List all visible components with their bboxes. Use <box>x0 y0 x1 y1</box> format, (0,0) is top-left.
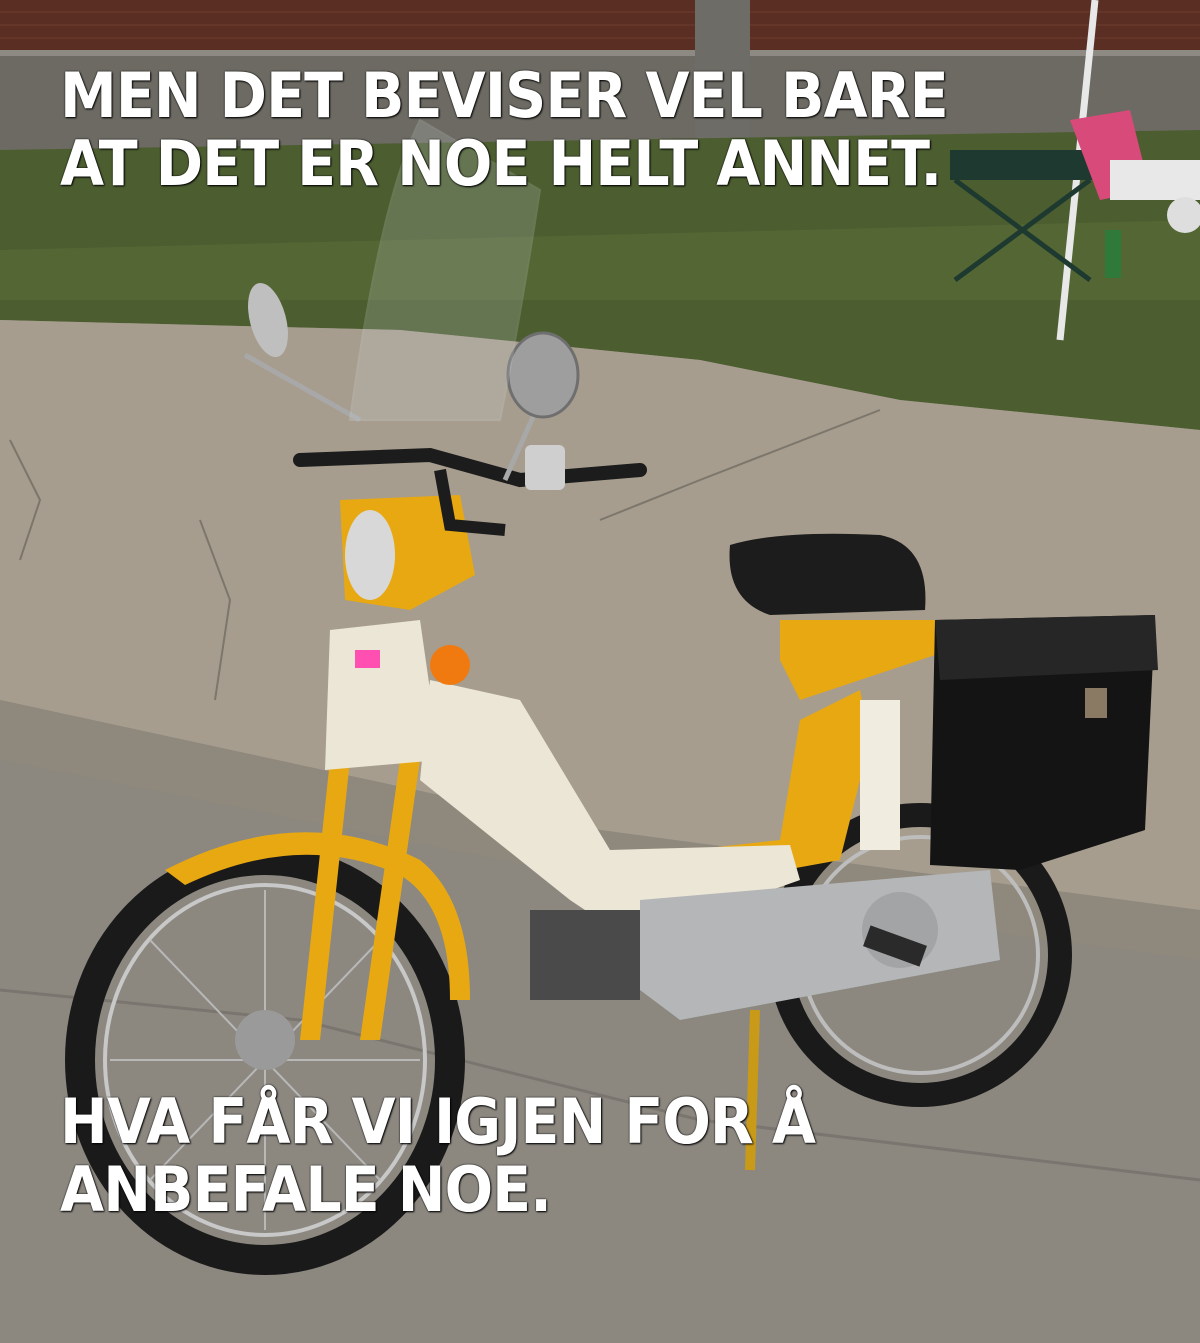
bottom-caption-line-1: HVA FÅR VI IGJEN FOR Å <box>60 1085 816 1158</box>
top-caption: MEN DET BEVISER VEL BARE AT DET ER NOE H… <box>60 59 949 200</box>
seat <box>729 533 926 615</box>
saddlebag <box>930 615 1158 870</box>
bottom-caption: HVA FÅR VI IGJEN FOR Å ANBEFALE NOE. <box>60 1085 816 1226</box>
meme-canvas: MEN DET BEVISER VEL BARE AT DET ER NOE H… <box>0 0 1200 1343</box>
top-caption-line-2: AT DET ER NOE HELT ANNET. <box>60 127 942 200</box>
bottom-caption-line-2: ANBEFALE NOE. <box>60 1153 552 1226</box>
top-caption-line-1: MEN DET BEVISER VEL BARE <box>60 59 949 132</box>
